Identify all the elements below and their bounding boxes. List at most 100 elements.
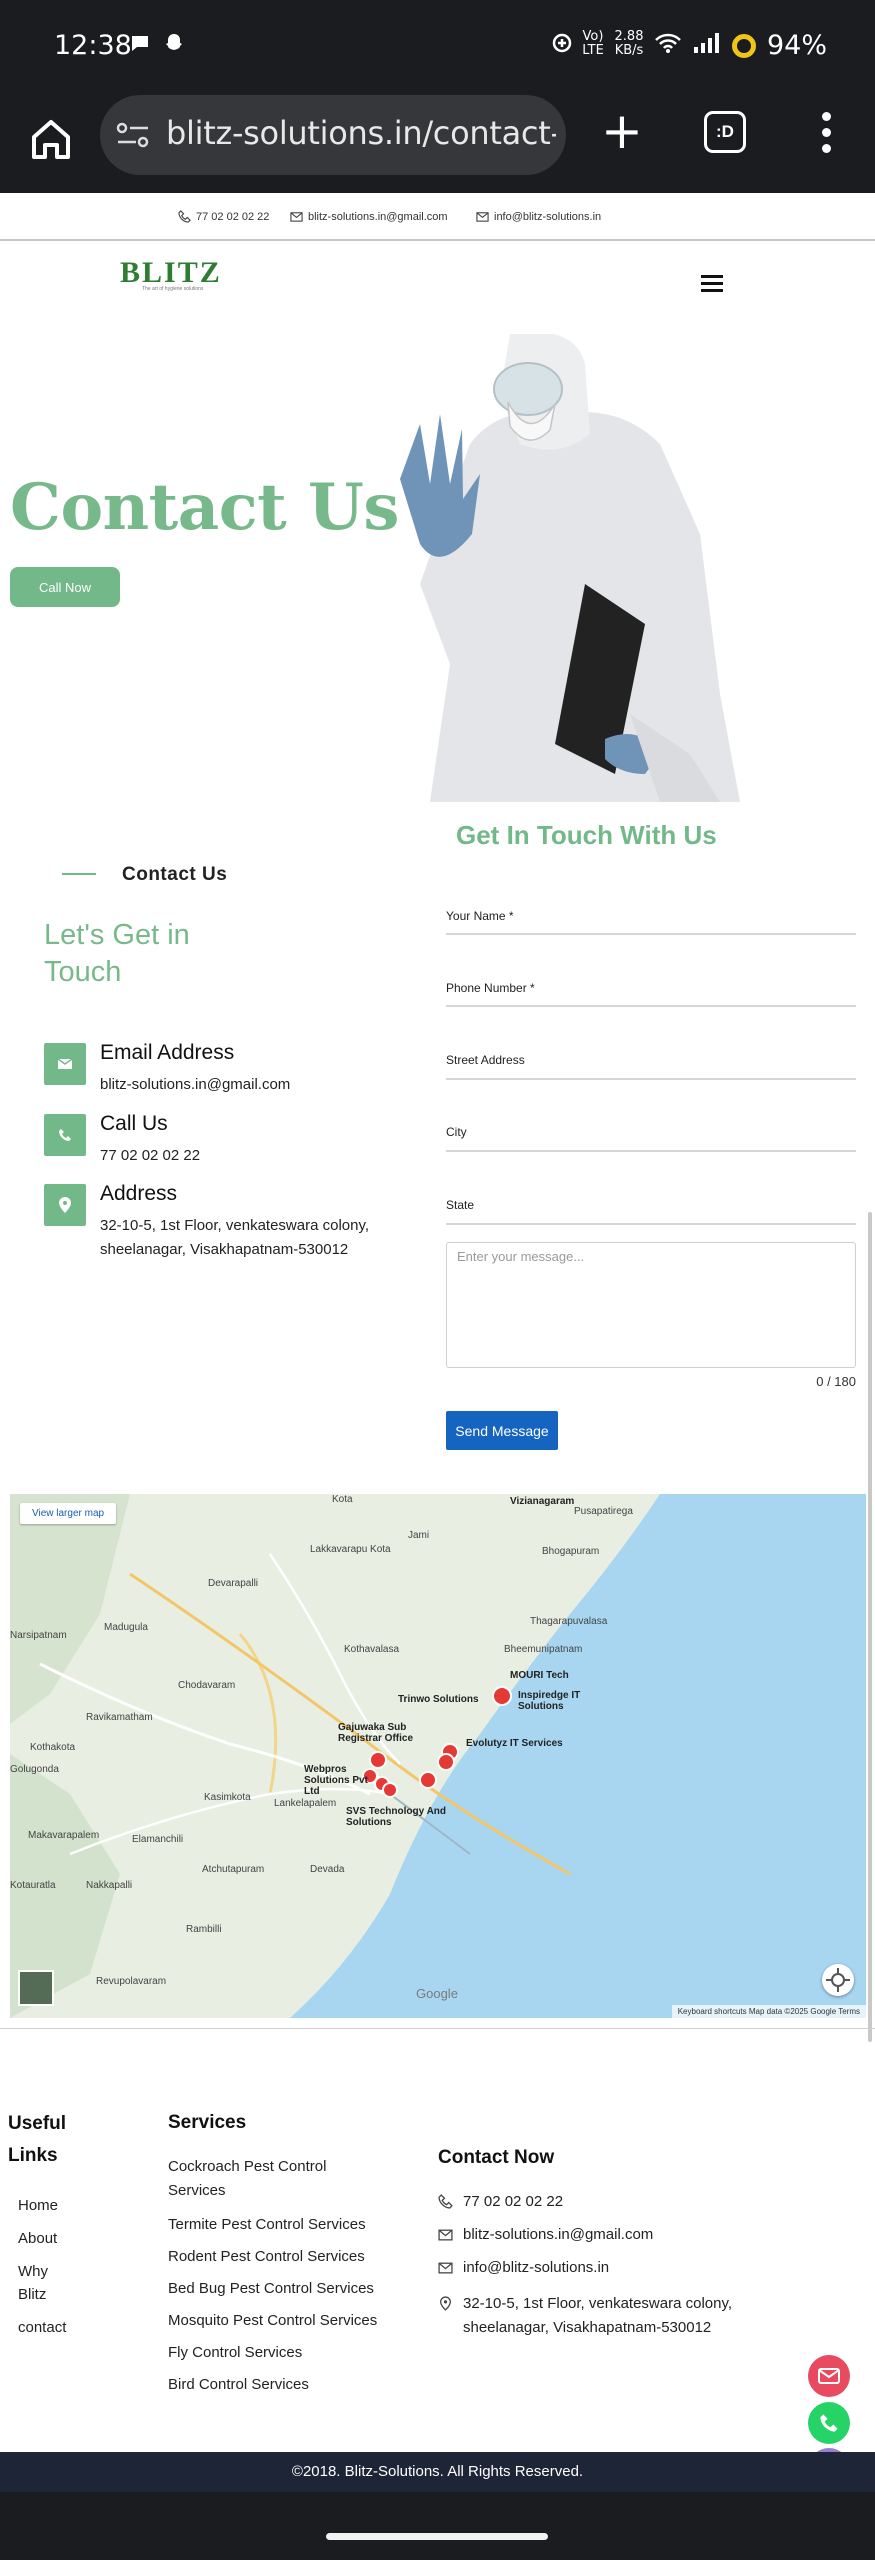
contact-heading: Let's Get in Touch [44, 919, 190, 988]
services-title: Services [168, 2112, 247, 2133]
footer-email[interactable]: blitz-solutions.in@gmail.com [438, 2223, 653, 2247]
footer-service-link[interactable]: Rodent Pest Control Services [168, 2245, 408, 2269]
city-field-label: City [446, 1125, 467, 1139]
email-fab-icon[interactable] [808, 2355, 850, 2397]
home-icon[interactable] [22, 111, 80, 169]
map-label: Evolutyz IT Services [466, 1738, 563, 1749]
system-nav-bar [0, 2492, 875, 2560]
contact-now-title: Contact Now [438, 2147, 555, 2168]
hamburger-menu-icon[interactable] [701, 275, 723, 295]
footer-service-link[interactable]: Bird Control Services [168, 2373, 408, 2397]
strip-email-text: blitz-solutions.in@gmail.com [308, 210, 448, 223]
strip-email-info[interactable]: info@blitz-solutions.in [476, 210, 601, 223]
whatsapp-call-fab-icon[interactable] [808, 2402, 850, 2444]
tab-switcher-button[interactable]: :D [704, 111, 746, 153]
name-field[interactable] [446, 933, 856, 935]
url-text: blitz-solutions.in/contact-u [166, 114, 556, 152]
map-label: Jami [408, 1530, 430, 1541]
street-field[interactable] [446, 1078, 856, 1080]
logo-text: BLITZ [120, 256, 222, 289]
google-logo: Google [416, 1986, 458, 2001]
map-label: Kotauratla [10, 1880, 56, 1891]
map-attribution[interactable]: Keyboard shortcuts Map data ©2025 Google… [671, 2005, 866, 2018]
footer-service-link[interactable]: Termite Pest Control Services [168, 2213, 408, 2237]
strip-email[interactable]: blitz-solutions.in@gmail.com [290, 210, 448, 223]
map-label: Inspiredge IT Solutions [518, 1690, 581, 1712]
map-label: Revupolavaram [96, 1976, 167, 1987]
contact-item-value[interactable]: blitz-solutions.in@gmail.com [100, 1073, 420, 1097]
map-label: Kothakota [30, 1742, 76, 1753]
call-now-button[interactable]: Call Now [10, 567, 120, 607]
map-label: Atchutapuram [202, 1864, 265, 1875]
view-larger-map-link[interactable]: View larger map [20, 1503, 117, 1524]
form-heading: Get In Touch With Us [456, 820, 717, 850]
state-field-label: State [446, 1198, 475, 1212]
chat-notification-icon [128, 32, 152, 56]
signal-icon [692, 32, 720, 56]
map-label: Ravikamatham [86, 1712, 153, 1723]
mail-icon [438, 2229, 453, 2241]
contact-item-title: Email Address [100, 1041, 235, 1064]
page-scrollbar[interactable] [868, 1212, 872, 2042]
map-satellite-toggle[interactable] [18, 1970, 54, 2006]
mail-icon [438, 2262, 453, 2274]
location-pin-icon [44, 1184, 86, 1226]
data-saver-icon [550, 32, 574, 56]
street-field-label: Street Address [446, 1053, 525, 1067]
browser-toolbar: blitz-solutions.in/contact-u + :D [0, 95, 875, 193]
phone-field[interactable] [446, 1005, 856, 1007]
battery-icon [732, 34, 756, 58]
footer-phone[interactable]: 77 02 02 02 22 [438, 2190, 563, 2214]
contact-item-title: Call Us [100, 1112, 168, 1135]
gesture-handle[interactable] [326, 2533, 548, 2540]
site-logo[interactable]: BLITZ The art of hygiene solutions [112, 256, 230, 296]
phone-icon [178, 210, 191, 223]
map-label: Bheemunipatnam [504, 1644, 583, 1655]
map-label: Kota [332, 1494, 353, 1505]
city-field[interactable] [446, 1150, 856, 1152]
footer-address-text: 32-10-5, 1st Floor, venkateswara colony,… [463, 2295, 733, 2336]
map-label: Lankelapalem [274, 1798, 337, 1809]
map-fullscreen-icon[interactable] [822, 1964, 854, 1996]
strip-phone[interactable]: 77 02 02 02 22 [178, 210, 269, 223]
footer-link-home[interactable]: Home [18, 2194, 78, 2217]
network-type: Vo) LTE [582, 29, 604, 58]
footer-link-about[interactable]: About [18, 2227, 78, 2250]
hazmat-worker-image [360, 332, 750, 802]
new-tab-icon[interactable]: + [594, 103, 650, 159]
map-label: Kothavalasa [344, 1644, 400, 1655]
footer-service-link[interactable]: Bed Bug Pest Control Services [168, 2277, 408, 2301]
message-textarea[interactable]: Enter your message... [446, 1242, 856, 1368]
footer-service-link[interactable]: Mosquito Pest Control Services [168, 2309, 408, 2333]
phone-field-label: Phone Number * [446, 981, 535, 995]
phone-icon [438, 2194, 453, 2209]
google-map[interactable]: View larger map Kota Vizianagaram Pusapa… [10, 1494, 866, 2018]
send-message-button[interactable]: Send Message [446, 1411, 558, 1450]
state-field[interactable] [446, 1223, 856, 1225]
footer-service-link[interactable]: Fly Control Services [168, 2341, 408, 2365]
map-label: Vizianagaram [510, 1496, 575, 1507]
mail-icon [44, 1043, 86, 1085]
wifi-icon [654, 32, 682, 56]
map-label: Narsipatnam [10, 1630, 67, 1641]
map-label: Rambilli [186, 1924, 222, 1935]
footer-divider [0, 2028, 875, 2029]
address-bar[interactable]: blitz-solutions.in/contact-u [100, 95, 566, 175]
map-label: Gajuwaka Sub Registrar Office [338, 1722, 414, 1744]
map-label: Bhogapuram [542, 1546, 600, 1557]
useful-links-title: Useful Links [8, 2113, 67, 2166]
footer-service-link[interactable]: Cockroach Pest Control Services [168, 2155, 368, 2203]
footer-email-info[interactable]: info@blitz-solutions.in [438, 2256, 609, 2280]
map-label: MOURI Tech [510, 1670, 569, 1681]
footer-address: 32-10-5, 1st Floor, venkateswara colony,… [438, 2292, 738, 2340]
map-label: Elamanchili [132, 1834, 184, 1845]
overflow-menu-icon[interactable] [806, 109, 846, 159]
strip-phone-text: 77 02 02 02 22 [196, 210, 270, 223]
contact-item-value[interactable]: 77 02 02 02 22 [100, 1144, 420, 1168]
map-label: Pusapatirega [574, 1506, 633, 1517]
footer-link-contact[interactable]: contact [18, 2316, 78, 2339]
map-label: Kasimkota [204, 1792, 251, 1803]
section-label: Contact Us [122, 864, 228, 885]
footer-link-why-blitz[interactable]: Why Blitz [18, 2260, 78, 2306]
site-settings-icon[interactable] [116, 119, 150, 151]
